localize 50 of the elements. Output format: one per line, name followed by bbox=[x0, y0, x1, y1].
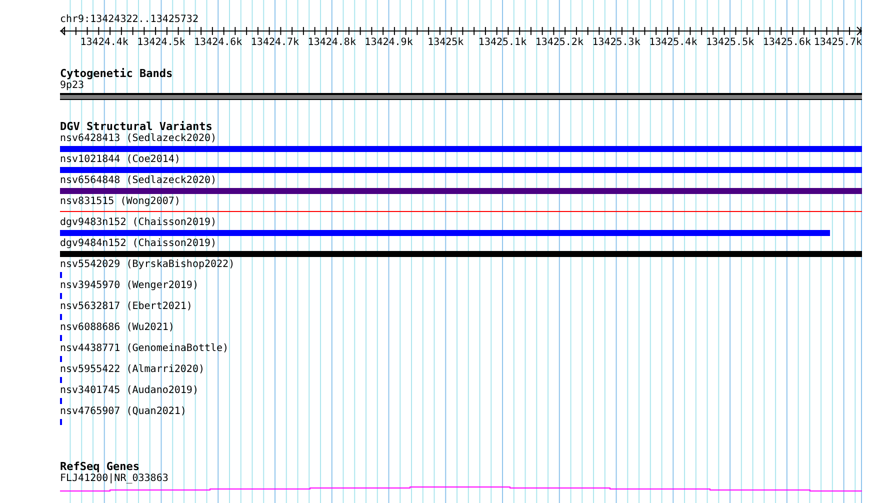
variant-label: nsv5542029 (ByrskaBishop2022) bbox=[60, 259, 235, 271]
variant-label: nsv6428413 (Sedlazeck2020) bbox=[60, 133, 217, 145]
variant-label: dgv9484n152 (Chaisson2019) bbox=[60, 238, 217, 250]
gene-line-drawing[interactable] bbox=[60, 486, 862, 492]
variant-bar[interactable] bbox=[60, 230, 830, 236]
variant-mark[interactable] bbox=[60, 398, 62, 404]
ruler-label: 13425.3k bbox=[592, 37, 640, 48]
track-title: DGV Structural Variants bbox=[60, 121, 212, 133]
gene-label: FLJ41200|NR_033863 bbox=[60, 473, 168, 485]
band-label: 9p23 bbox=[60, 80, 84, 92]
variant-label: nsv5632817 (Ebert2021) bbox=[60, 301, 192, 313]
variant-mark[interactable] bbox=[60, 335, 62, 341]
variant-line[interactable] bbox=[60, 211, 862, 212]
ruler-label: 13425.6k bbox=[762, 37, 811, 48]
position-label: chr9:13424322..13425732 bbox=[60, 14, 198, 26]
variant-label: nsv6564848 (Sedlazeck2020) bbox=[60, 175, 217, 187]
ruler-label: 13424.6k bbox=[194, 37, 242, 48]
variant-mark[interactable] bbox=[60, 356, 62, 362]
variant-label: nsv3945970 (Wenger2019) bbox=[60, 280, 198, 292]
variant-mark[interactable] bbox=[60, 314, 62, 320]
ruler-label: 13424.7k bbox=[250, 37, 300, 48]
cytoband-bar[interactable] bbox=[60, 93, 862, 100]
track-title: RefSeq Genes bbox=[60, 461, 140, 473]
ruler-label: 13425.7k bbox=[814, 37, 862, 48]
variant-bar[interactable] bbox=[60, 188, 862, 194]
variant-mark[interactable] bbox=[60, 377, 62, 383]
variant-label: nsv3401745 (Audano2019) bbox=[60, 385, 198, 397]
variant-label: nsv831515 (Wong2007) bbox=[60, 196, 180, 208]
ruler-label: 13425.1k bbox=[478, 37, 527, 48]
variant-mark[interactable] bbox=[60, 272, 62, 278]
variant-mark[interactable] bbox=[60, 419, 62, 425]
ruler-label: 13424.8k bbox=[308, 37, 356, 48]
variant-bar[interactable] bbox=[60, 167, 862, 173]
variant-mark[interactable] bbox=[60, 293, 62, 299]
variant-label: nsv1021844 (Coe2014) bbox=[60, 154, 180, 166]
ruler-label: 13425k bbox=[428, 37, 464, 48]
variant-bar[interactable] bbox=[60, 146, 862, 152]
ruler-label: 13425.4k bbox=[649, 37, 698, 48]
variant-bar[interactable] bbox=[60, 251, 862, 257]
variant-label: nsv4765907 (Quan2021) bbox=[60, 406, 186, 418]
variant-label: nsv6088686 (Wu2021) bbox=[60, 322, 174, 334]
ruler-label: 13425.5k bbox=[706, 37, 754, 48]
ruler-label: 13424.9k bbox=[364, 37, 413, 48]
variant-label: nsv5955422 (Almarri2020) bbox=[60, 364, 204, 376]
ruler-label: 13424.4k bbox=[80, 37, 128, 48]
variant-label: dgv9483n152 (Chaisson2019) bbox=[60, 217, 217, 229]
track-title: Cytogenetic Bands bbox=[60, 68, 173, 80]
variant-label: nsv4438771 (GenomeinaBottle) bbox=[60, 343, 229, 355]
ruler-label: 13424.5k bbox=[137, 37, 186, 48]
ruler-label: 13425.2k bbox=[535, 37, 584, 48]
